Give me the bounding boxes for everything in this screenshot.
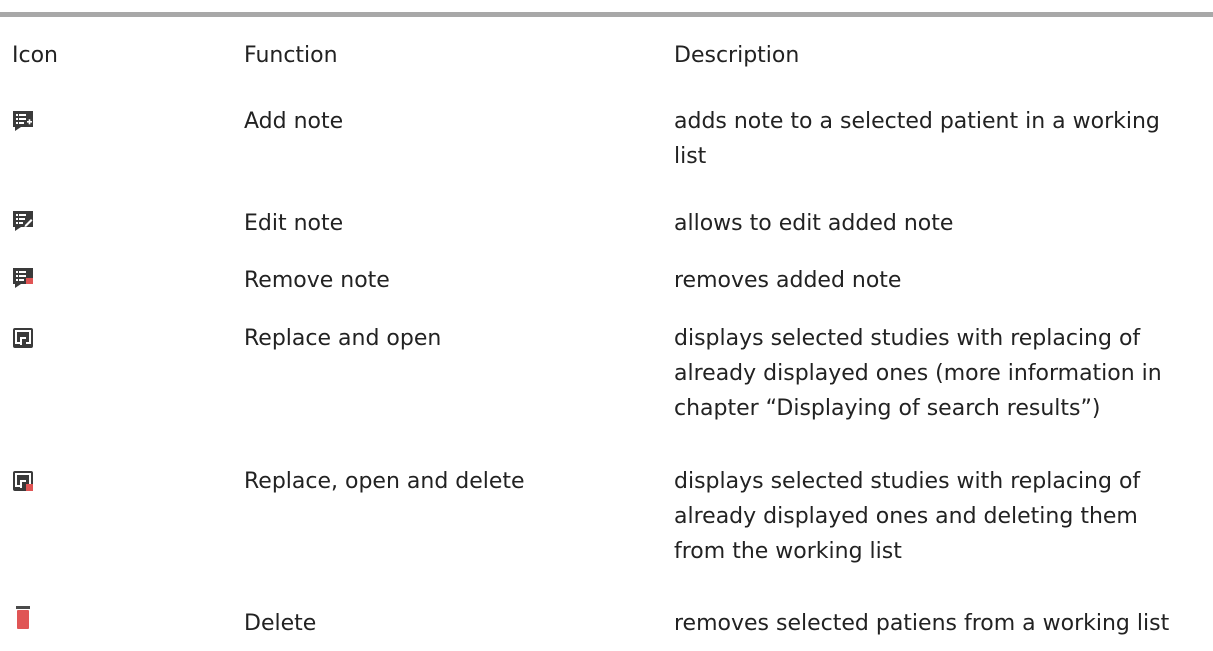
table-top-rule (0, 12, 1213, 17)
function-label: Add note (244, 109, 344, 134)
header-icon: Icon (12, 43, 58, 68)
table-row: Add note adds note to a selected patient… (0, 104, 1213, 184)
table-row: Edit note allows to edit added note (0, 206, 1213, 241)
add-note-icon (12, 110, 34, 132)
table-row: Replace and open displays selected studi… (0, 321, 1213, 431)
function-label: Edit note (244, 211, 344, 236)
table-row: Remove note removes added note (0, 263, 1213, 298)
description-text: adds note to a selected patient in a wor… (674, 109, 1160, 169)
table-row: Delete removes selected patiens from a w… (0, 606, 1213, 641)
description-text: removes selected patiens from a working … (674, 611, 1170, 636)
description-text: displays selected studies with replacing… (674, 326, 1162, 421)
table-row: Replace, open and delete displays select… (0, 464, 1213, 574)
header-function: Function (244, 43, 338, 68)
description-text: allows to edit added note (674, 211, 954, 236)
description-text: removes added note (674, 268, 902, 293)
remove-note-icon (12, 267, 34, 289)
replace-open-delete-icon (12, 470, 34, 492)
replace-and-open-icon (12, 327, 34, 349)
header-description: Description (674, 43, 800, 68)
edit-note-icon (12, 210, 34, 232)
function-label: Remove note (244, 268, 390, 293)
trash-icon (12, 606, 34, 630)
function-label: Replace, open and delete (244, 469, 525, 494)
function-label: Delete (244, 611, 317, 636)
function-label: Replace and open (244, 326, 442, 351)
table-header: Icon Function Description (0, 38, 1213, 73)
description-text: displays selected studies with replacing… (674, 469, 1141, 564)
